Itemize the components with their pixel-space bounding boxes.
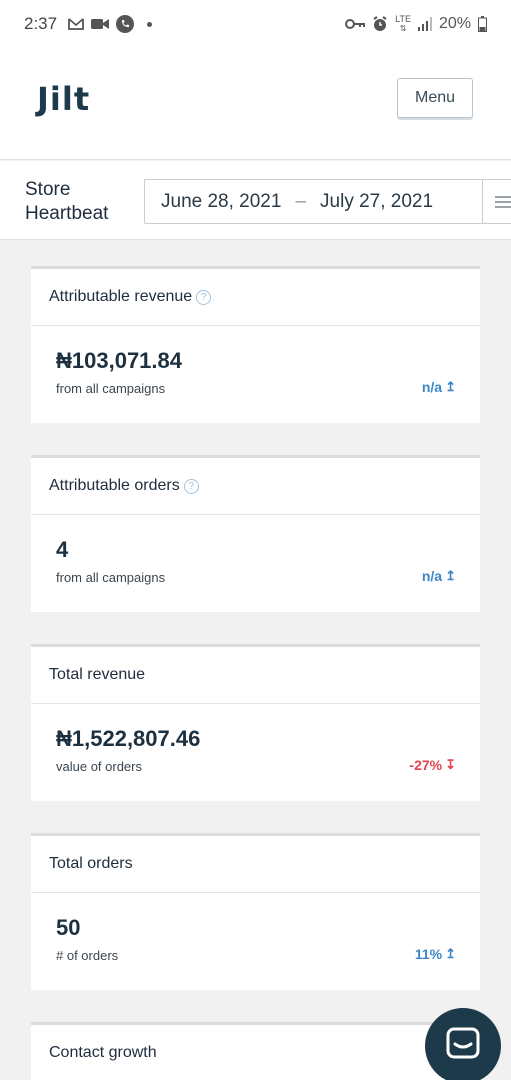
- card-body: 50 # of orders 11% ↥: [31, 893, 480, 990]
- video-camera-icon: [91, 18, 110, 30]
- phone-call-icon: [116, 15, 135, 33]
- contact-growth-card: Contact growth: [31, 1022, 480, 1080]
- store-heartbeat-bar: Store Heartbeat June 28, 2021 – July 27,…: [0, 161, 511, 240]
- help-icon[interactable]: ?: [196, 289, 212, 305]
- data-arrows-icon: ⇅: [399, 24, 407, 33]
- trend-up-arrow-icon: ↥: [445, 568, 456, 583]
- trend-value: n/a: [421, 379, 443, 395]
- date-range-menu-button[interactable]: [482, 179, 511, 224]
- date-separator: –: [295, 190, 307, 212]
- battery-percent: 20%: [438, 15, 471, 32]
- card-title: Total revenue: [49, 666, 146, 683]
- menu-button[interactable]: Menu: [397, 78, 473, 118]
- lte-icon: LTE ⇅: [395, 14, 411, 34]
- card-header: Attributable orders ?: [31, 458, 480, 515]
- vpn-key-icon: [345, 18, 366, 30]
- card-header: Attributable revenue ?: [31, 269, 480, 326]
- alarm-icon: [372, 16, 388, 32]
- total-revenue-card: Total revenue ₦1,522,807.46 value of ord…: [31, 644, 480, 801]
- notification-dot-icon: [147, 21, 153, 27]
- status-bar: 2:37 LTE ⇅ 20%: [0, 0, 511, 48]
- card-body: ₦1,522,807.46 value of orders -27% ↧: [31, 704, 480, 801]
- total-orders-card: Total orders 50 # of orders 11% ↥: [31, 833, 480, 990]
- card-header: Contact growth: [31, 1025, 480, 1080]
- card-header: Total revenue: [31, 647, 480, 704]
- gmail-icon: [68, 18, 84, 30]
- card-header: Total orders: [31, 836, 480, 893]
- status-time: 2:37: [24, 14, 58, 33]
- attributable-orders-card: Attributable orders ? 4 from all campaig…: [31, 455, 480, 612]
- metric-subtitle: from all campaigns: [56, 381, 166, 396]
- card-title: Contact growth: [49, 1044, 157, 1061]
- metric-subtitle: value of orders: [56, 759, 142, 774]
- trend-up-arrow-icon: ↥: [445, 946, 456, 961]
- help-icon[interactable]: ?: [183, 478, 199, 494]
- page-title: Store Heartbeat: [25, 178, 145, 226]
- lte-label: LTE: [395, 14, 411, 24]
- page-title-line1: Store: [25, 179, 71, 200]
- trend-indicator: -27% ↧: [409, 757, 456, 773]
- metric-value: 50: [56, 915, 81, 940]
- trend-indicator: n/a ↥: [422, 379, 456, 395]
- attributable-revenue-card: Attributable revenue ? ₦103,071.84 from …: [31, 266, 480, 423]
- hamburger-icon: [495, 201, 511, 203]
- chat-launcher-button[interactable]: [425, 1008, 501, 1080]
- card-body: 4 from all campaigns n/a ↥: [31, 515, 480, 612]
- trend-down-arrow-icon: ↧: [445, 757, 456, 772]
- card-title: Attributable orders: [49, 477, 180, 494]
- metric-subtitle: from all campaigns: [56, 570, 166, 585]
- battery-icon: [478, 16, 487, 32]
- date-start: June 28, 2021: [161, 190, 282, 212]
- trend-value: 11%: [414, 946, 443, 962]
- trend-value: -27%: [409, 757, 443, 773]
- trend-indicator: 11% ↥: [415, 946, 456, 962]
- date-range-picker[interactable]: June 28, 2021 – July 27, 2021: [144, 179, 484, 224]
- metric-value: ₦1,522,807.46: [56, 726, 201, 751]
- card-title: Attributable revenue: [49, 288, 193, 305]
- metric-value: 4: [56, 537, 69, 562]
- hamburger-icon: [495, 196, 511, 198]
- jilt-logo[interactable]: Jilt: [37, 80, 90, 118]
- card-body: ₦103,071.84 from all campaigns n/a ↥: [31, 326, 480, 423]
- chat-bubble-icon: [445, 1026, 481, 1067]
- date-end: July 27, 2021: [320, 190, 434, 212]
- signal-icon: [417, 17, 432, 31]
- app-header: Jilt Menu: [0, 48, 511, 160]
- trend-value: n/a: [421, 568, 443, 584]
- metric-value: ₦103,071.84: [56, 348, 182, 373]
- trend-indicator: n/a ↥: [422, 568, 456, 584]
- hamburger-icon: [495, 206, 511, 208]
- metric-subtitle: # of orders: [56, 948, 119, 963]
- trend-up-arrow-icon: ↥: [445, 379, 456, 394]
- card-title: Total orders: [49, 855, 133, 872]
- page-title-line2: Heartbeat: [25, 203, 109, 224]
